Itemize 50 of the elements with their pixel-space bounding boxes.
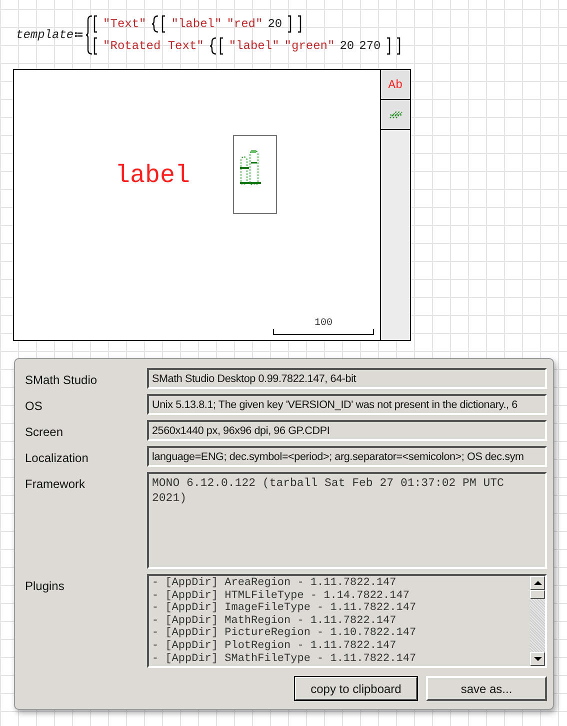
bracket-icon	[396, 37, 401, 55]
list-item: - [AppDir] ImageFileType - 1.11.7822.147	[152, 602, 418, 615]
string-literal: "green"	[284, 39, 335, 53]
string-literal: "Text"	[103, 17, 146, 31]
list-item: - [AppDir] AreaRegion - 1.11.7822.147	[152, 577, 398, 590]
bracket-icon	[218, 37, 224, 55]
info-field[interactable]: 2560x1440 px, 96x96 dpi, 96 GP.CDPI	[147, 420, 547, 441]
list-item: - [AppDir] MathRegion - 1.11.7822.147	[152, 614, 398, 627]
field-label: Localization	[25, 450, 90, 465]
number-literal: 20	[340, 39, 354, 53]
info-field[interactable]: SMath Studio Desktop 0.99.7822.147, 64-bit	[147, 368, 547, 389]
number-literal: 270	[359, 39, 381, 53]
brace-icon	[151, 15, 160, 33]
scroll-up-icon[interactable]	[530, 576, 545, 590]
bracket-icon	[161, 15, 166, 33]
string-literal: "red"	[226, 17, 263, 31]
list-item: - [AppDir] PictureRegion - 1.10.7822.147	[152, 627, 418, 640]
list-item: - [AppDir] SMathFileType - 1.11.7822.147	[152, 652, 418, 666]
field-label: Screen	[25, 424, 64, 439]
string-literal: "label"	[171, 17, 222, 31]
field-label: OS	[25, 398, 44, 413]
variable-name: template	[16, 28, 74, 42]
bracket-icon	[287, 15, 292, 33]
save-button[interactable]: save as...	[426, 676, 547, 701]
number-literal: 20	[268, 17, 282, 31]
info-field[interactable]: Unix 5.13.8.1; The given key 'VERSION_ID' was not present in the dictionary., 6	[147, 394, 547, 415]
bracket-icon	[93, 37, 98, 55]
brace-icon	[208, 37, 217, 55]
bracket-icon	[297, 15, 302, 33]
tool-button[interactable]	[381, 100, 410, 130]
list-item: - [AppDir] HTMLFileType - 1.14.7822.147	[152, 590, 410, 602]
field-label: Framework	[25, 476, 86, 491]
info-text-area[interactable]: MONO 6.12.0.122 (tarball Sat Feb 27 01:37:02 PM UTC 2021)	[147, 472, 547, 569]
bracket-icon	[93, 15, 98, 33]
scroll-down-icon[interactable]	[530, 652, 545, 666]
field-label: Plugins	[25, 578, 66, 593]
copy-button[interactable]: copy to clipboard	[294, 676, 418, 701]
scale-label: 100	[314, 318, 332, 329]
plugins-list[interactable]	[147, 574, 547, 668]
string-literal: "Rotated Text"	[103, 39, 204, 53]
assign-operator: ≔	[74, 26, 84, 44]
bracket-icon	[386, 37, 391, 55]
plot-text: label	[115, 161, 190, 190]
info-field[interactable]: language=ENG; dec.symbol=<period>; arg.separator=<semicolon>; OS dec.sym	[147, 446, 547, 467]
string-literal: "label"	[228, 39, 280, 53]
field-label: SMath Studio	[25, 372, 98, 387]
scroll-thumb[interactable]	[530, 590, 545, 599]
list-item: - [AppDir] PlotRegion - 1.11.7822.147	[152, 640, 398, 653]
brace-icon	[85, 15, 94, 55]
scrollbar[interactable]	[530, 576, 545, 666]
